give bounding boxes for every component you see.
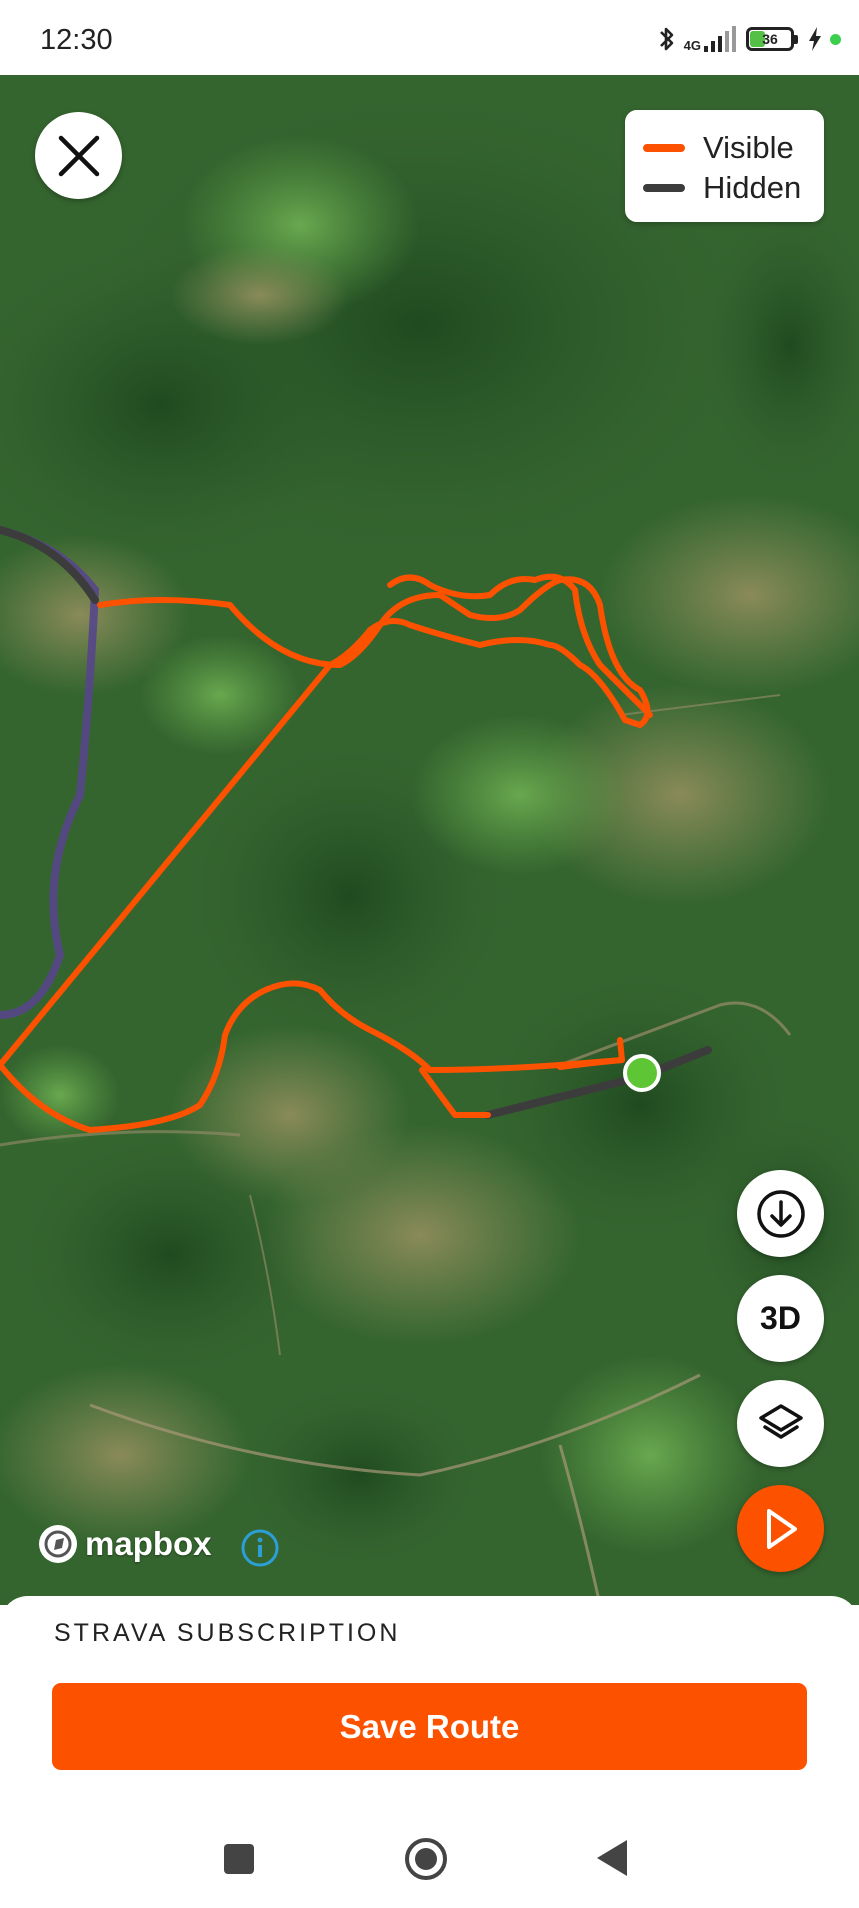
home-circle-icon (405, 1838, 447, 1880)
privacy-indicator-dot (830, 33, 841, 45)
battery-icon: 36 (746, 27, 798, 51)
network-indicator: 4G (684, 26, 738, 52)
back-triangle-icon (597, 1840, 627, 1876)
legend-visible-swatch (643, 144, 685, 152)
info-icon (241, 1529, 279, 1567)
status-icons: 4G 36 (658, 22, 841, 56)
legend-hidden: Hidden (643, 170, 801, 206)
subscription-label: STRAVA SUBSCRIPTION (54, 1619, 401, 1647)
3d-view-button[interactable]: 3D (737, 1275, 824, 1362)
legend-hidden-swatch (643, 184, 685, 192)
layers-icon (758, 1403, 803, 1439)
legend-visible: Visible (643, 130, 794, 166)
legend-hidden-label: Hidden (703, 170, 802, 205)
map-layers-button[interactable] (737, 1380, 824, 1467)
route-legend: Visible Hidden (625, 110, 824, 222)
save-route-button[interactable]: Save Route (52, 1683, 807, 1770)
play-flyover-button[interactable] (737, 1485, 824, 1572)
recents-button[interactable] (222, 1842, 256, 1881)
mapbox-attribution[interactable]: mapbox (37, 1523, 212, 1565)
mapbox-wordmark: mapbox (85, 1525, 212, 1562)
map-view[interactable]: Visible Hidden 3D mapbox (0, 75, 859, 1605)
system-nav-bar (0, 1806, 859, 1908)
bluetooth-icon (659, 27, 673, 51)
status-bar: 12:30 4G 36 (0, 0, 859, 75)
legend-visible-label: Visible (703, 130, 794, 165)
3d-label: 3D (760, 1300, 801, 1336)
attribution-info-button[interactable] (241, 1529, 279, 1572)
close-icon (58, 135, 99, 176)
play-icon (766, 1508, 797, 1549)
network-type: 4G (683, 38, 701, 53)
recents-square-icon (224, 1844, 254, 1874)
signal-icon (704, 26, 736, 52)
close-button[interactable] (35, 112, 122, 199)
back-button[interactable] (595, 1838, 629, 1883)
mapbox-logo-icon (39, 1525, 77, 1563)
satellite-imagery (0, 75, 859, 1605)
charging-icon (809, 27, 821, 51)
home-button[interactable] (403, 1836, 449, 1887)
download-circle-icon (756, 1189, 805, 1238)
status-time: 12:30 (40, 24, 113, 56)
download-button[interactable] (737, 1170, 824, 1257)
bottom-sheet: STRAVA SUBSCRIPTION Save Route (0, 1596, 859, 1806)
battery-level: 36 (762, 31, 778, 47)
